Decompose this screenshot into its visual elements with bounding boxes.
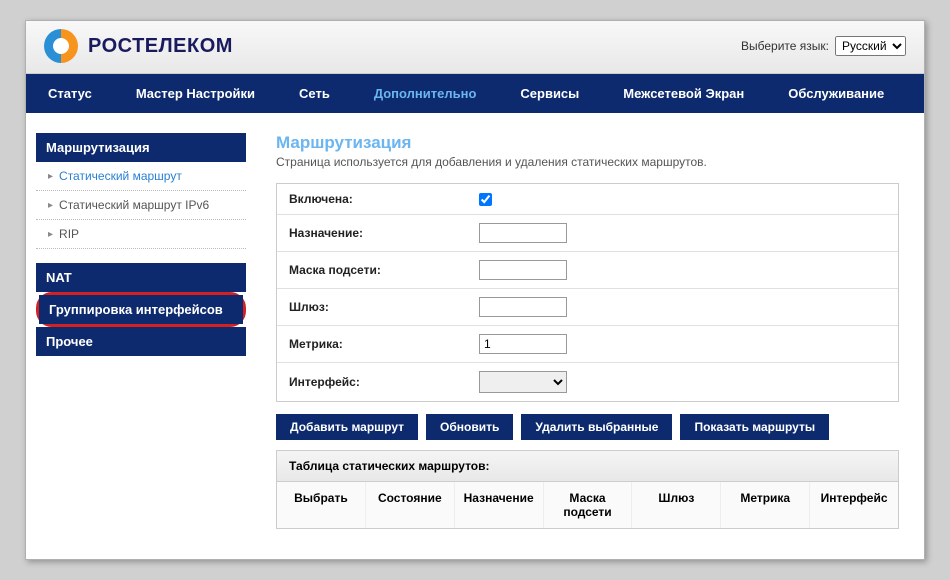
routes-table-title: Таблица статических маршрутов:	[277, 451, 898, 482]
route-form: Включена: Назначение: Маска подсети: Шлю…	[276, 183, 899, 402]
sidebar-header-nat[interactable]: NAT	[36, 263, 246, 292]
update-button[interactable]: Обновить	[426, 414, 513, 440]
col-select: Выбрать	[277, 482, 366, 528]
nav-maintenance[interactable]: Обслуживание	[766, 74, 906, 113]
bullet-icon: ▸	[48, 229, 53, 240]
col-destination: Назначение	[455, 482, 544, 528]
language-label: Выберите язык:	[741, 39, 829, 53]
add-route-button[interactable]: Добавить маршрут	[276, 414, 418, 440]
nav-wizard[interactable]: Мастер Настройки	[114, 74, 277, 113]
page-description: Страница используется для добавления и у…	[276, 155, 899, 169]
nav-network[interactable]: Сеть	[277, 74, 352, 113]
highlight-annotation: Группировка интерфейсов	[36, 292, 246, 327]
sidebar-item-rip[interactable]: ▸ RIP	[36, 220, 246, 249]
routes-table-header: Выбрать Состояние Назначение Маска подсе…	[277, 482, 898, 528]
sidebar-item-label: Статический маршрут	[59, 169, 182, 183]
bullet-icon: ▸	[48, 171, 53, 182]
gateway-label: Шлюз:	[289, 300, 479, 314]
routes-table: Таблица статических маршрутов: Выбрать С…	[276, 450, 899, 529]
col-state: Состояние	[366, 482, 455, 528]
sidebar-item-static-route-ipv6[interactable]: ▸ Статический маршрут IPv6	[36, 191, 246, 220]
main-nav: Статус Мастер Настройки Сеть Дополнитель…	[26, 74, 924, 113]
sidebar: Маршрутизация ▸ Статический маршрут ▸ Ст…	[36, 133, 246, 356]
enabled-label: Включена:	[289, 192, 479, 206]
delete-selected-button[interactable]: Удалить выбранные	[521, 414, 672, 440]
col-interface: Интерфейс	[810, 482, 898, 528]
enabled-checkbox[interactable]	[479, 193, 492, 206]
interface-select[interactable]	[479, 371, 567, 393]
gateway-input[interactable]	[479, 297, 567, 317]
sidebar-header-routing[interactable]: Маршрутизация	[36, 133, 246, 162]
language-selector: Выберите язык: Русский	[741, 36, 906, 56]
nav-firewall[interactable]: Межсетевой Экран	[601, 74, 766, 113]
sidebar-header-interface-grouping[interactable]: Группировка интерфейсов	[39, 295, 243, 324]
sidebar-item-label: RIP	[59, 227, 79, 241]
page-title: Маршрутизация	[276, 133, 899, 153]
destination-label: Назначение:	[289, 226, 479, 240]
logo-icon	[44, 29, 78, 63]
logo-text: РОСТЕЛЕКОМ	[88, 35, 233, 58]
destination-input[interactable]	[479, 223, 567, 243]
bullet-icon: ▸	[48, 200, 53, 211]
metric-input[interactable]	[479, 334, 567, 354]
metric-label: Метрика:	[289, 337, 479, 351]
col-gateway: Шлюз	[632, 482, 721, 528]
subnet-mask-label: Маска подсети:	[289, 263, 479, 277]
subnet-mask-input[interactable]	[479, 260, 567, 280]
interface-label: Интерфейс:	[289, 375, 479, 389]
sidebar-item-static-route[interactable]: ▸ Статический маршрут	[36, 162, 246, 191]
logo: РОСТЕЛЕКОМ	[44, 29, 233, 63]
nav-services[interactable]: Сервисы	[498, 74, 601, 113]
language-select[interactable]: Русский	[835, 36, 906, 56]
show-routes-button[interactable]: Показать маршруты	[680, 414, 829, 440]
header: РОСТЕЛЕКОМ Выберите язык: Русский	[26, 21, 924, 74]
col-metric: Метрика	[721, 482, 810, 528]
action-buttons: Добавить маршрут Обновить Удалить выбран…	[276, 414, 899, 440]
nav-advanced[interactable]: Дополнительно	[352, 74, 499, 113]
nav-status[interactable]: Статус	[26, 74, 114, 113]
sidebar-item-label: Статический маршрут IPv6	[59, 198, 209, 212]
col-mask: Маска подсети	[544, 482, 633, 528]
content: Маршрутизация Страница используется для …	[276, 133, 899, 529]
sidebar-header-other[interactable]: Прочее	[36, 327, 246, 356]
